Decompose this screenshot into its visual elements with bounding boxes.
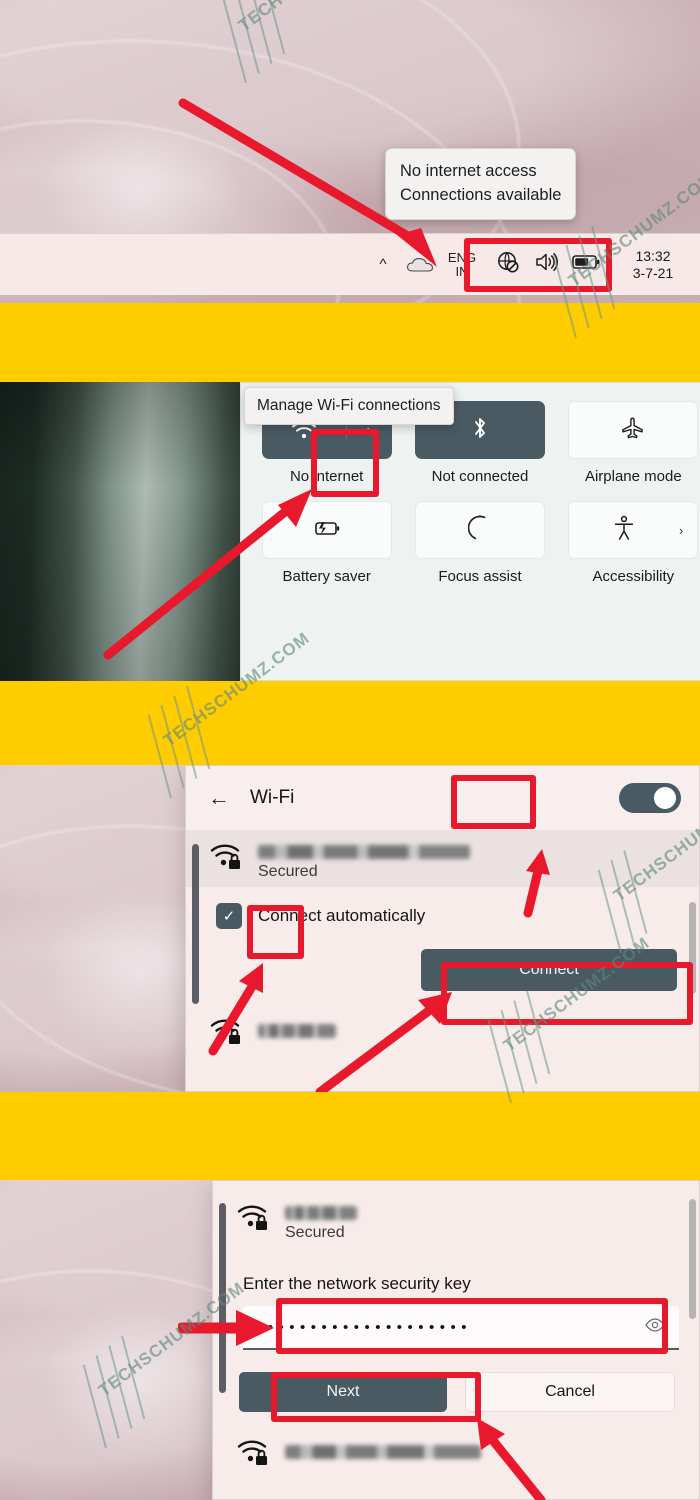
scrollbar-thumb[interactable] [219,1203,226,1393]
accessibility-tile-label: Accessibility [592,568,675,585]
taskbar: ^ ENG IN 13:32 3-7-21 [0,233,700,295]
battery-icon[interactable] [572,253,600,276]
section-2-quick-settings: › No internet Not connected Airplane mod… [0,382,700,681]
separator-band-2 [0,681,700,765]
security-key-input[interactable]: •••••••••••••••••••• [243,1306,679,1350]
bluetooth-icon [471,415,489,446]
clock-time: 13:32 [635,247,671,264]
wifi-ssid-redacted [285,1206,357,1220]
battery-saver-icon [313,519,341,542]
cancel-button[interactable]: Cancel [465,1372,675,1412]
quick-tile-battery-saver[interactable]: Battery saver [261,501,392,585]
security-key-button-row: Next Cancel [213,1350,699,1412]
section-3-wifi-connect: ← Wi-Fi Secured ✓ Connect automatically … [0,765,700,1092]
connect-automatically-row[interactable]: ✓ Connect automatically [186,897,699,933]
accessibility-chevron-icon[interactable]: › [679,523,683,538]
battery-saver-tile[interactable] [261,501,392,559]
section-1-taskbar: No internet access Connections available… [0,0,700,303]
quick-tile-airplane[interactable]: Airplane mode [568,401,699,485]
speaker-icon[interactable] [534,251,558,278]
tooltip-line-2: Connections available [400,186,562,204]
security-key-value: •••••••••••••••••••• [257,1318,473,1336]
quick-tile-focus-assist[interactable]: Focus assist [414,501,545,585]
manage-wifi-tooltip-text: Manage Wi-Fi connections [257,397,441,414]
clock-date: 3-7-21 [632,264,674,281]
separator-band-3 [0,1092,700,1180]
wifi-network-item[interactable] [213,1412,699,1479]
wifi-toggle[interactable] [619,783,681,813]
wifi-ssid-redacted [258,845,470,859]
chevron-up-icon[interactable]: ^ [366,243,400,287]
next-button[interactable]: Next [239,1372,447,1412]
moon-icon [467,515,492,546]
system-tray-group[interactable] [484,247,612,282]
wifi-secured-icon [210,1017,244,1052]
airplane-tile-label: Airplane mode [584,468,682,485]
network-tooltip: No internet access Connections available [385,148,577,220]
airplane-tile[interactable] [568,401,699,459]
wifi-flyout-title: Wi-Fi [250,787,295,808]
connect-button[interactable]: Connect [421,949,677,991]
language-line-2: IN [455,263,469,279]
separator-band-1 [0,303,700,382]
wifi-network-connecting: Secured [213,1181,699,1248]
globe-no-internet-icon[interactable] [496,250,520,279]
connect-automatically-checkbox[interactable]: ✓ [216,903,242,929]
wifi-flyout-panel: ← Wi-Fi Secured ✓ Connect automatically … [185,765,700,1092]
wifi-secured-icon [237,1203,271,1238]
wifi-network-status: Secured [258,863,318,880]
quick-tile-accessibility[interactable]: › Accessibility [568,501,699,585]
focus-assist-tile[interactable] [414,501,545,559]
cloud-icon[interactable] [400,243,440,287]
connect-automatically-label: Connect automatically [258,906,426,925]
section-4-security-key: Secured Enter the network security key •… [0,1180,700,1500]
language-indicator[interactable]: ENG IN [440,243,484,287]
wifi-network-item[interactable] [186,1003,699,1058]
language-line-1: ENG [447,249,477,265]
bluetooth-tile-label: Not connected [431,468,529,485]
wifi-network-selected[interactable]: Secured [186,830,699,887]
scrollbar-track-right[interactable] [689,902,696,994]
accessibility-icon [613,515,635,546]
wifi-tile-label: No internet [289,468,364,485]
battery-saver-tile-label: Battery saver [282,568,371,585]
connect-button-row: Connect [186,933,699,1003]
eye-icon[interactable] [645,1318,665,1336]
wifi-network-status: Secured [285,1224,345,1241]
focus-assist-tile-label: Focus assist [438,568,522,585]
scrollbar-thumb[interactable] [192,844,199,1004]
security-key-label: Enter the network security key [243,1274,471,1293]
back-arrow-icon[interactable]: ← [208,787,230,809]
screenshot-page: No internet access Connections available… [0,0,700,1500]
wifi-secured-icon [237,1438,271,1473]
scrollbar-track-right[interactable] [689,1199,696,1319]
wifi-flyout-header: ← Wi-Fi [186,766,699,830]
tooltip-line-1: No internet access [400,162,537,180]
accessibility-tile[interactable]: › [568,501,699,559]
quick-settings-panel: › No internet Not connected Airplane mod… [240,382,700,681]
wifi-toggle-knob [654,787,676,809]
manage-wifi-tooltip: Manage Wi-Fi connections [244,387,454,425]
wifi-ssid-redacted [285,1445,481,1459]
clock[interactable]: 13:32 3-7-21 [612,243,694,287]
airplane-icon [620,416,646,445]
wifi-ssid-redacted [258,1024,336,1038]
wifi-secured-icon [210,842,244,877]
wifi-security-panel: Secured Enter the network security key •… [212,1180,700,1500]
